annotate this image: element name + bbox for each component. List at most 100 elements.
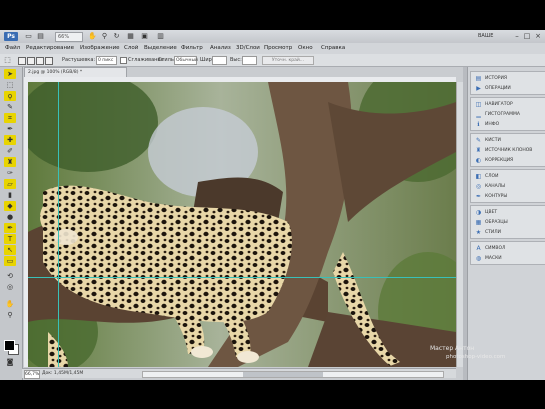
antialias-checkbox[interactable] xyxy=(120,57,127,64)
panel-item-history[interactable]: ▤ ИСТОРИЯ xyxy=(473,74,543,83)
menu-filter[interactable]: Фильтр xyxy=(181,45,203,52)
rotate-icon[interactable]: ↻ xyxy=(112,32,121,40)
3d-camera-tool-icon[interactable]: ◎ xyxy=(4,282,16,292)
masks-icon: ◍ xyxy=(475,255,482,262)
panel-item-character[interactable]: A СИМВОЛ xyxy=(473,244,543,253)
minimize-icon[interactable]: – xyxy=(513,32,521,40)
screen-mode-icon[interactable]: ▣ xyxy=(140,32,149,40)
panel-item-actions[interactable]: ▶ ОПЕРАЦИИ xyxy=(473,84,543,93)
eyedropper-tool-icon[interactable]: ✒ xyxy=(4,124,16,134)
new-selection-icon[interactable] xyxy=(18,57,26,65)
vertical-scrollbar[interactable] xyxy=(456,82,463,367)
clone-stamp-tool-icon[interactable]: ♜ xyxy=(4,157,16,167)
dodge-tool-icon[interactable]: ● xyxy=(4,212,16,222)
menu-analysis[interactable]: Анализ xyxy=(210,45,231,52)
panel-item-clone-source[interactable]: ♜ ИСТОЧНИК КЛОНОВ xyxy=(473,146,543,155)
foreground-color-swatch[interactable] xyxy=(4,340,15,351)
panel-item-navigator[interactable]: ◫ НАВИГАТОР xyxy=(473,100,543,109)
hand-tool-icon[interactable]: ✋ xyxy=(4,299,16,309)
blur-tool-icon[interactable]: ◆ xyxy=(4,201,16,211)
width-input[interactable] xyxy=(212,56,227,65)
document-icon[interactable]: ▭ xyxy=(24,32,33,40)
panel-item-brushes[interactable]: ✎ КИСТИ xyxy=(473,136,543,145)
panel-item-paths[interactable]: ✒ КОНТУРЫ xyxy=(473,192,543,201)
type-tool-icon[interactable]: T xyxy=(4,234,16,244)
menu-3d[interactable]: 3D/Слои xyxy=(236,45,260,52)
hand-icon[interactable]: ✋ xyxy=(88,32,97,40)
grid-icon[interactable]: ▦ xyxy=(126,32,135,40)
intersect-selection-icon[interactable] xyxy=(45,57,53,65)
panel-group-history: ▤ ИСТОРИЯ ▶ ОПЕРАЦИИ xyxy=(470,71,545,95)
marquee-tool-icon[interactable]: ⬚ xyxy=(4,80,16,90)
document-canvas[interactable] xyxy=(28,82,456,367)
brush-tool-icon[interactable]: ✐ xyxy=(4,146,16,156)
panel-dock: ▤ ИСТОРИЯ ▶ ОПЕРАЦИИ ◫ НАВИГАТОР ▁ ГИСТО… xyxy=(467,67,545,380)
eraser-tool-icon[interactable]: ▱ xyxy=(4,179,16,189)
quick-select-tool-icon[interactable]: ✎ xyxy=(4,102,16,112)
status-bar: 66,7% Док: 1,45M/1,45M xyxy=(22,368,456,379)
3d-rotate-tool-icon[interactable]: ⟲ xyxy=(4,271,16,281)
panel-item-label: КАНАЛЫ xyxy=(485,184,506,189)
panel-item-layers[interactable]: ◧ СЛОИ xyxy=(473,172,543,181)
workspace-switcher[interactable]: ВАШЕ xyxy=(478,32,504,40)
panel-item-color[interactable]: ◑ ЦВЕТ xyxy=(473,208,543,217)
menu-image[interactable]: Изображение xyxy=(80,45,120,52)
color-icon: ◑ xyxy=(475,209,482,216)
panel-item-label: ЦВЕТ xyxy=(485,210,498,215)
clone-source-icon: ♜ xyxy=(475,147,482,154)
maximize-icon[interactable]: □ xyxy=(523,32,531,40)
panel-item-masks[interactable]: ◍ МАСКИ xyxy=(473,254,543,263)
lasso-tool-icon[interactable]: ϙ xyxy=(4,91,16,101)
layout-icon[interactable]: ▤ xyxy=(36,32,45,40)
zoom-level-field[interactable]: 66% xyxy=(55,32,83,42)
path-select-tool-icon[interactable]: ↖ xyxy=(4,245,16,255)
panel-item-label: ОБРАЗЦЫ xyxy=(485,220,508,225)
gradient-tool-icon[interactable]: ▮ xyxy=(4,190,16,200)
styles-icon: ★ xyxy=(475,229,482,236)
menu-edit[interactable]: Редактирование xyxy=(26,45,74,52)
panel-item-info[interactable]: ℹ ИНФО xyxy=(473,120,543,129)
crop-tool-icon[interactable]: ⌗ xyxy=(4,113,16,123)
panel-item-label: МАСКИ xyxy=(485,256,502,261)
menu-window[interactable]: Окно xyxy=(298,45,313,52)
guide-line-vertical[interactable] xyxy=(58,82,59,367)
quick-mask-icon[interactable]: ◙ xyxy=(4,357,16,367)
zoom-icon[interactable]: ⚲ xyxy=(100,32,109,40)
guide-line-horizontal[interactable] xyxy=(28,277,456,278)
actions-icon: ▶ xyxy=(476,85,481,92)
menu-help[interactable]: Справка xyxy=(321,45,345,52)
adjustments-icon: ◐ xyxy=(475,157,482,164)
title-bar: Ps ▭ ▤ 66% ✋ ⚲ ↻ ▦ ▣ ▥ ВАШЕ – □ × xyxy=(0,30,545,44)
arrange-icon[interactable]: ▥ xyxy=(156,32,165,40)
subtract-selection-icon[interactable] xyxy=(36,57,44,65)
height-input[interactable] xyxy=(242,56,257,65)
menu-layer[interactable]: Слой xyxy=(124,45,138,52)
panel-item-styles[interactable]: ★ СТИЛИ xyxy=(473,228,543,237)
panel-group-navigator: ◫ НАВИГАТОР ▁ ГИСТОГРАММА ℹ ИНФО xyxy=(470,97,545,131)
leopard-photo xyxy=(28,82,456,367)
menu-select[interactable]: Выделение xyxy=(144,45,177,52)
history-brush-tool-icon[interactable]: ✑ xyxy=(4,168,16,178)
marquee-tool-icon[interactable]: ⬚ xyxy=(3,56,12,64)
panel-item-swatches[interactable]: ▦ ОБРАЗЦЫ xyxy=(473,218,543,227)
healing-tool-icon[interactable]: ✚ xyxy=(4,135,16,145)
close-icon[interactable]: × xyxy=(534,32,542,40)
menu-view[interactable]: Просмотр xyxy=(264,45,292,52)
panel-item-histogram[interactable]: ▁ ГИСТОГРАММА xyxy=(473,110,543,119)
zoom-value-field[interactable]: 66,7% xyxy=(24,370,40,379)
document-size-info[interactable]: Док: 1,45M/1,45M xyxy=(42,370,83,377)
add-selection-icon[interactable] xyxy=(27,57,35,65)
panel-item-adjustments[interactable]: ◐ КОРРЕКЦИЯ xyxy=(473,156,543,165)
feather-input[interactable]: 0 пикс xyxy=(96,56,117,65)
panel-item-channels[interactable]: ◎ КАНАЛЫ xyxy=(473,182,543,191)
menu-file[interactable]: Файл xyxy=(5,45,20,52)
refine-edge-button[interactable]: Уточн. край... xyxy=(262,56,314,65)
horizontal-scrollbar[interactable] xyxy=(142,371,444,378)
scroll-thumb[interactable] xyxy=(243,372,323,377)
style-select[interactable]: Обычный xyxy=(174,56,198,65)
document-tab[interactable]: 2.jpg @ 100% (RGB/8) * xyxy=(24,67,127,77)
zoom-tool-icon[interactable]: ⚲ xyxy=(4,310,16,320)
pen-tool-icon[interactable]: ✒ xyxy=(4,223,16,233)
shape-tool-icon[interactable]: ▭ xyxy=(4,256,16,266)
move-tool-icon[interactable]: ➤ xyxy=(4,69,16,79)
